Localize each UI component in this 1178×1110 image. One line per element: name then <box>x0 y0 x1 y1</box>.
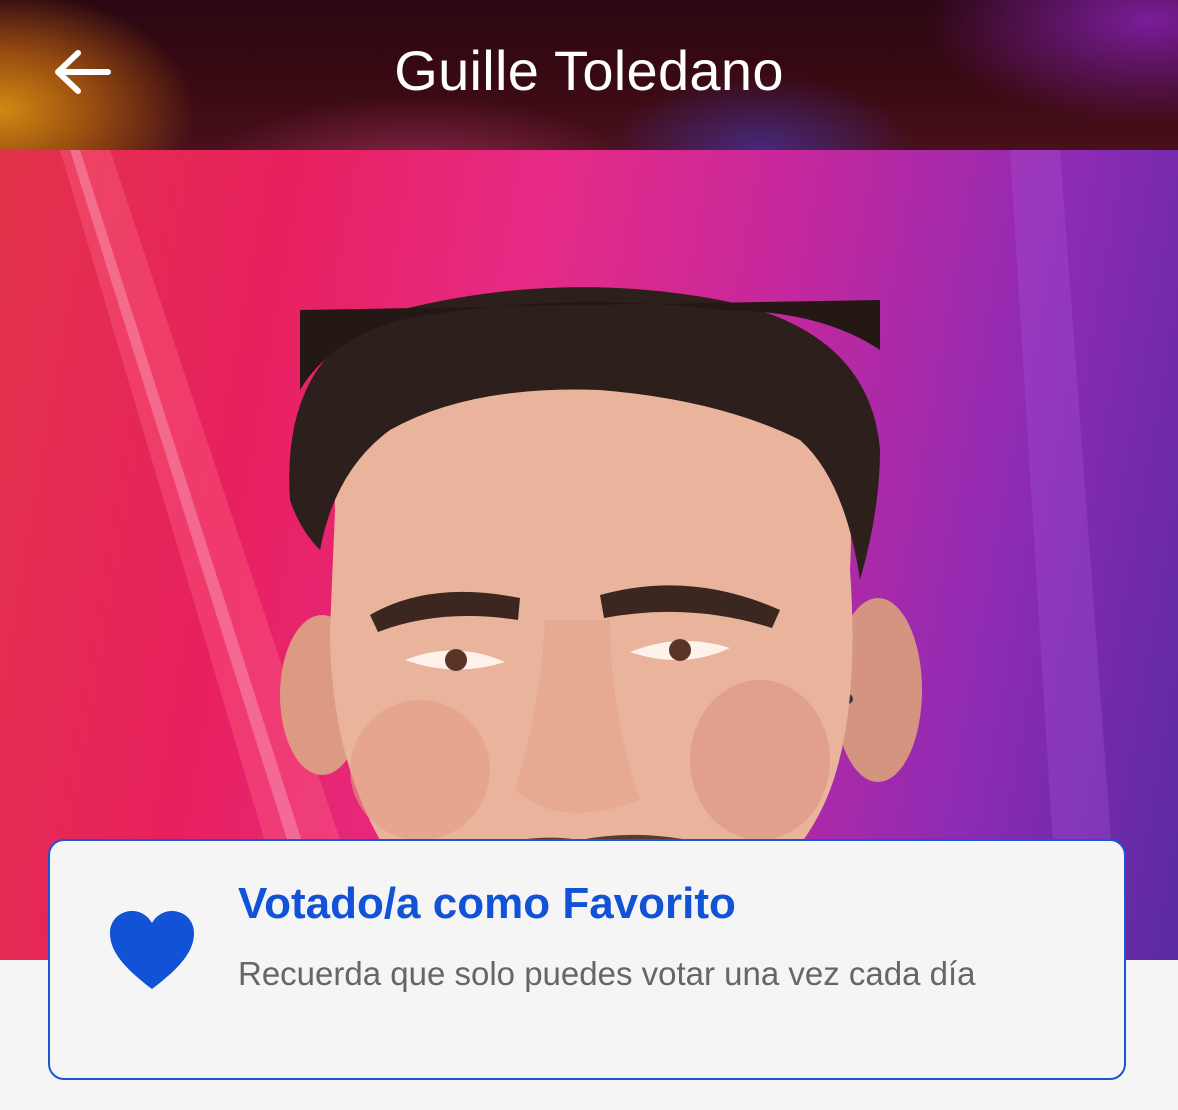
vote-confirmation-card: Votado/a como Favorito Recuerda que solo… <box>48 839 1126 1080</box>
heart-icon <box>110 911 194 989</box>
vote-status-title: Votado/a como Favorito <box>238 879 736 928</box>
page-title: Guille Toledano <box>394 39 784 102</box>
vote-reminder-text: Recuerda que solo puedes votar una vez c… <box>238 955 976 992</box>
app-header: Guille Toledano <box>0 0 1178 150</box>
